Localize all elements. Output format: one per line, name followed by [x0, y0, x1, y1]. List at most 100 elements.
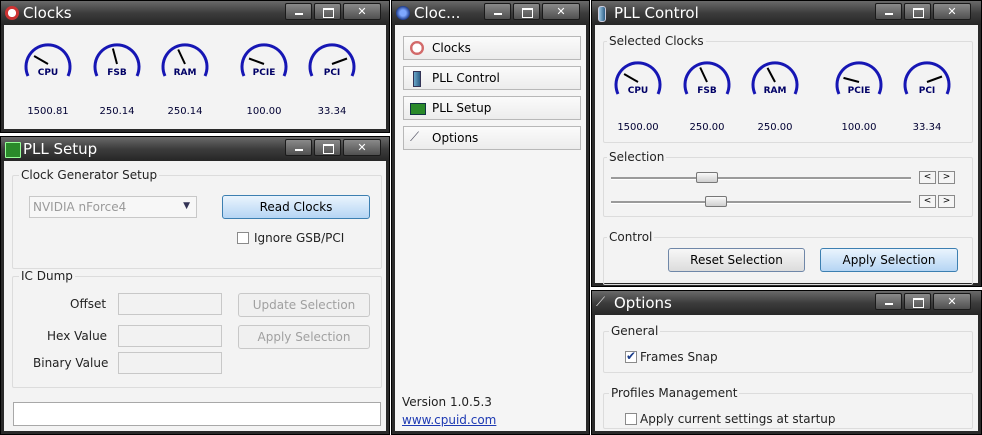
apply-selection-label: Apply Selection	[842, 253, 936, 267]
read-clocks-label: Read Clocks	[259, 200, 333, 214]
gauge-label: CPU	[627, 86, 649, 96]
pll-control-title: PLL Control	[614, 4, 699, 22]
offset-label: Offset	[70, 297, 107, 311]
clock-generator-group-label: Clock Generator Setup	[19, 168, 160, 182]
ic-dump-group-label: IC Dump	[19, 269, 75, 283]
slider-1-increment[interactable]: >	[938, 171, 955, 184]
slider-2-increment[interactable]: >	[938, 195, 955, 208]
clock-icon	[410, 41, 424, 55]
gauge-value: 1500.81	[27, 106, 69, 117]
nav-pll-setup[interactable]: PLL Setup	[403, 96, 581, 120]
minimize-button[interactable]	[285, 3, 312, 20]
gauge-pci: PCI	[306, 38, 358, 82]
general-group-label: General	[609, 324, 661, 338]
gauge-cpu: CPU	[22, 38, 74, 82]
update-selection-button[interactable]: Update Selection	[238, 293, 370, 317]
minimize-button[interactable]	[875, 3, 902, 20]
gauge-label: FSB	[107, 68, 127, 78]
slider-2-decrement[interactable]: <	[919, 195, 936, 208]
selection-slider-1-thumb[interactable]	[696, 172, 718, 183]
minimize-button[interactable]	[875, 293, 902, 310]
options-title: Options	[614, 294, 672, 312]
nav-pll-control[interactable]: PLL Control	[403, 66, 581, 90]
binary-value-field[interactable]	[118, 352, 222, 374]
close-button[interactable]	[343, 3, 381, 20]
nav-options[interactable]: ⟋ Options	[403, 126, 581, 150]
main-client: Clocks PLL Control PLL Setup ⟋ Options V…	[395, 25, 586, 431]
pll-setup-window: PLL Setup Clock Generator Setup NVIDIA n…	[0, 136, 390, 435]
ignore-gsb-pci-checkbox[interactable]	[237, 232, 249, 244]
maximize-button[interactable]	[314, 139, 341, 156]
pll-control-icon	[598, 6, 606, 22]
gauge-value: 1500.00	[617, 122, 659, 133]
maximize-button[interactable]	[904, 293, 931, 310]
gauge-label: PCIE	[252, 68, 276, 78]
minimize-button[interactable]	[285, 139, 312, 156]
clocks-titlebar[interactable]: Clocks	[1, 1, 389, 25]
apply-at-startup-checkbox[interactable]	[625, 413, 637, 425]
selection-group-label: Selection	[607, 150, 667, 164]
maximize-button[interactable]	[904, 3, 931, 20]
nav-pll-setup-label: PLL Setup	[432, 101, 492, 115]
hex-value-field[interactable]	[118, 325, 222, 347]
close-button[interactable]	[933, 293, 971, 310]
nav-pll-control-label: PLL Control	[432, 71, 500, 85]
gauge-label: PCIE	[847, 86, 871, 96]
gauge-label: CPU	[37, 68, 59, 78]
selection-slider-2-thumb[interactable]	[705, 196, 727, 207]
gauge-label: FSB	[697, 86, 717, 96]
gauge-value: 33.34	[317, 106, 347, 117]
reset-selection-button[interactable]: Reset Selection	[668, 248, 805, 272]
binary-value-label: Binary Value	[33, 356, 109, 370]
chevron-down-icon: ▼	[183, 201, 190, 211]
nav-clocks[interactable]: Clocks	[403, 36, 581, 60]
wrench-icon: ⟋	[596, 295, 606, 310]
apply-selection-label: Apply Selection	[257, 330, 351, 344]
gauge-value: 250.00	[757, 122, 793, 133]
slider-1-decrement[interactable]: <	[919, 171, 936, 184]
pll-setup-titlebar[interactable]: PLL Setup	[1, 137, 389, 161]
selection-slider-2-track[interactable]	[611, 201, 911, 204]
gauge-pcie: PCIE	[833, 56, 885, 100]
pll-control-titlebar[interactable]: PLL Control	[592, 1, 981, 25]
close-button[interactable]	[542, 3, 580, 20]
ignore-gsb-pci-label: Ignore GSB/PCI	[254, 231, 345, 245]
hex-value-label: Hex Value	[47, 329, 108, 343]
chip-icon	[5, 142, 21, 158]
options-client: General Frames Snap Profiles Management …	[595, 315, 978, 431]
clocks-window: Clocks CPU1500.81FSB250.14RAM250.14PCIE1…	[0, 0, 390, 133]
spin-right-glyph: >	[942, 172, 951, 182]
main-window: Cloc... Clocks PLL Control PLL Setup ⟋ O…	[391, 0, 590, 435]
offset-field[interactable]	[118, 293, 222, 315]
version-text: Version 1.0.5.3	[402, 395, 492, 409]
options-titlebar[interactable]: ⟋ Options	[592, 291, 981, 315]
apply-at-startup-label: Apply current settings at startup	[640, 412, 836, 426]
pll-setup-title: PLL Setup	[23, 140, 98, 158]
cpuid-link[interactable]: www.cpuid.com	[402, 413, 496, 427]
update-selection-label: Update Selection	[252, 298, 356, 312]
selection-slider-1-track[interactable]	[611, 177, 911, 180]
read-clocks-button[interactable]: Read Clocks	[222, 195, 370, 219]
clock-icon	[5, 6, 19, 20]
clocks-gauges: CPU 1500.81 FSB 250.14 RAM 250.14 PCIE 100.00 PC…	[4, 25, 386, 129]
profiles-group-label: Profiles Management	[609, 386, 740, 400]
maximize-button[interactable]	[314, 3, 341, 20]
gauge-label: PCI	[323, 68, 341, 78]
minimize-button[interactable]	[484, 3, 511, 20]
apply-selection-button[interactable]: Apply Selection	[820, 248, 958, 272]
gauge-cpu: CPU	[612, 56, 664, 100]
close-button[interactable]	[933, 3, 971, 20]
pll-control-window: PLL Control Selected Clocks CPU1500.00FS…	[591, 0, 982, 287]
frames-snap-checkbox[interactable]	[625, 349, 637, 363]
main-titlebar[interactable]: Cloc...	[392, 1, 589, 25]
nav-options-label: Options	[432, 131, 479, 145]
clock-generator-group	[12, 175, 382, 269]
generator-select[interactable]: NVIDIA nForce4 ▼	[29, 196, 197, 218]
close-button[interactable]	[343, 139, 381, 156]
gauge-label: RAM	[173, 68, 197, 78]
chip-icon	[410, 103, 426, 115]
apply-selection-button[interactable]: Apply Selection	[238, 325, 370, 349]
spin-right-glyph: >	[942, 196, 951, 206]
maximize-button[interactable]	[513, 3, 540, 20]
options-window: ⟋ Options General Frames Snap Profiles M…	[591, 290, 982, 435]
